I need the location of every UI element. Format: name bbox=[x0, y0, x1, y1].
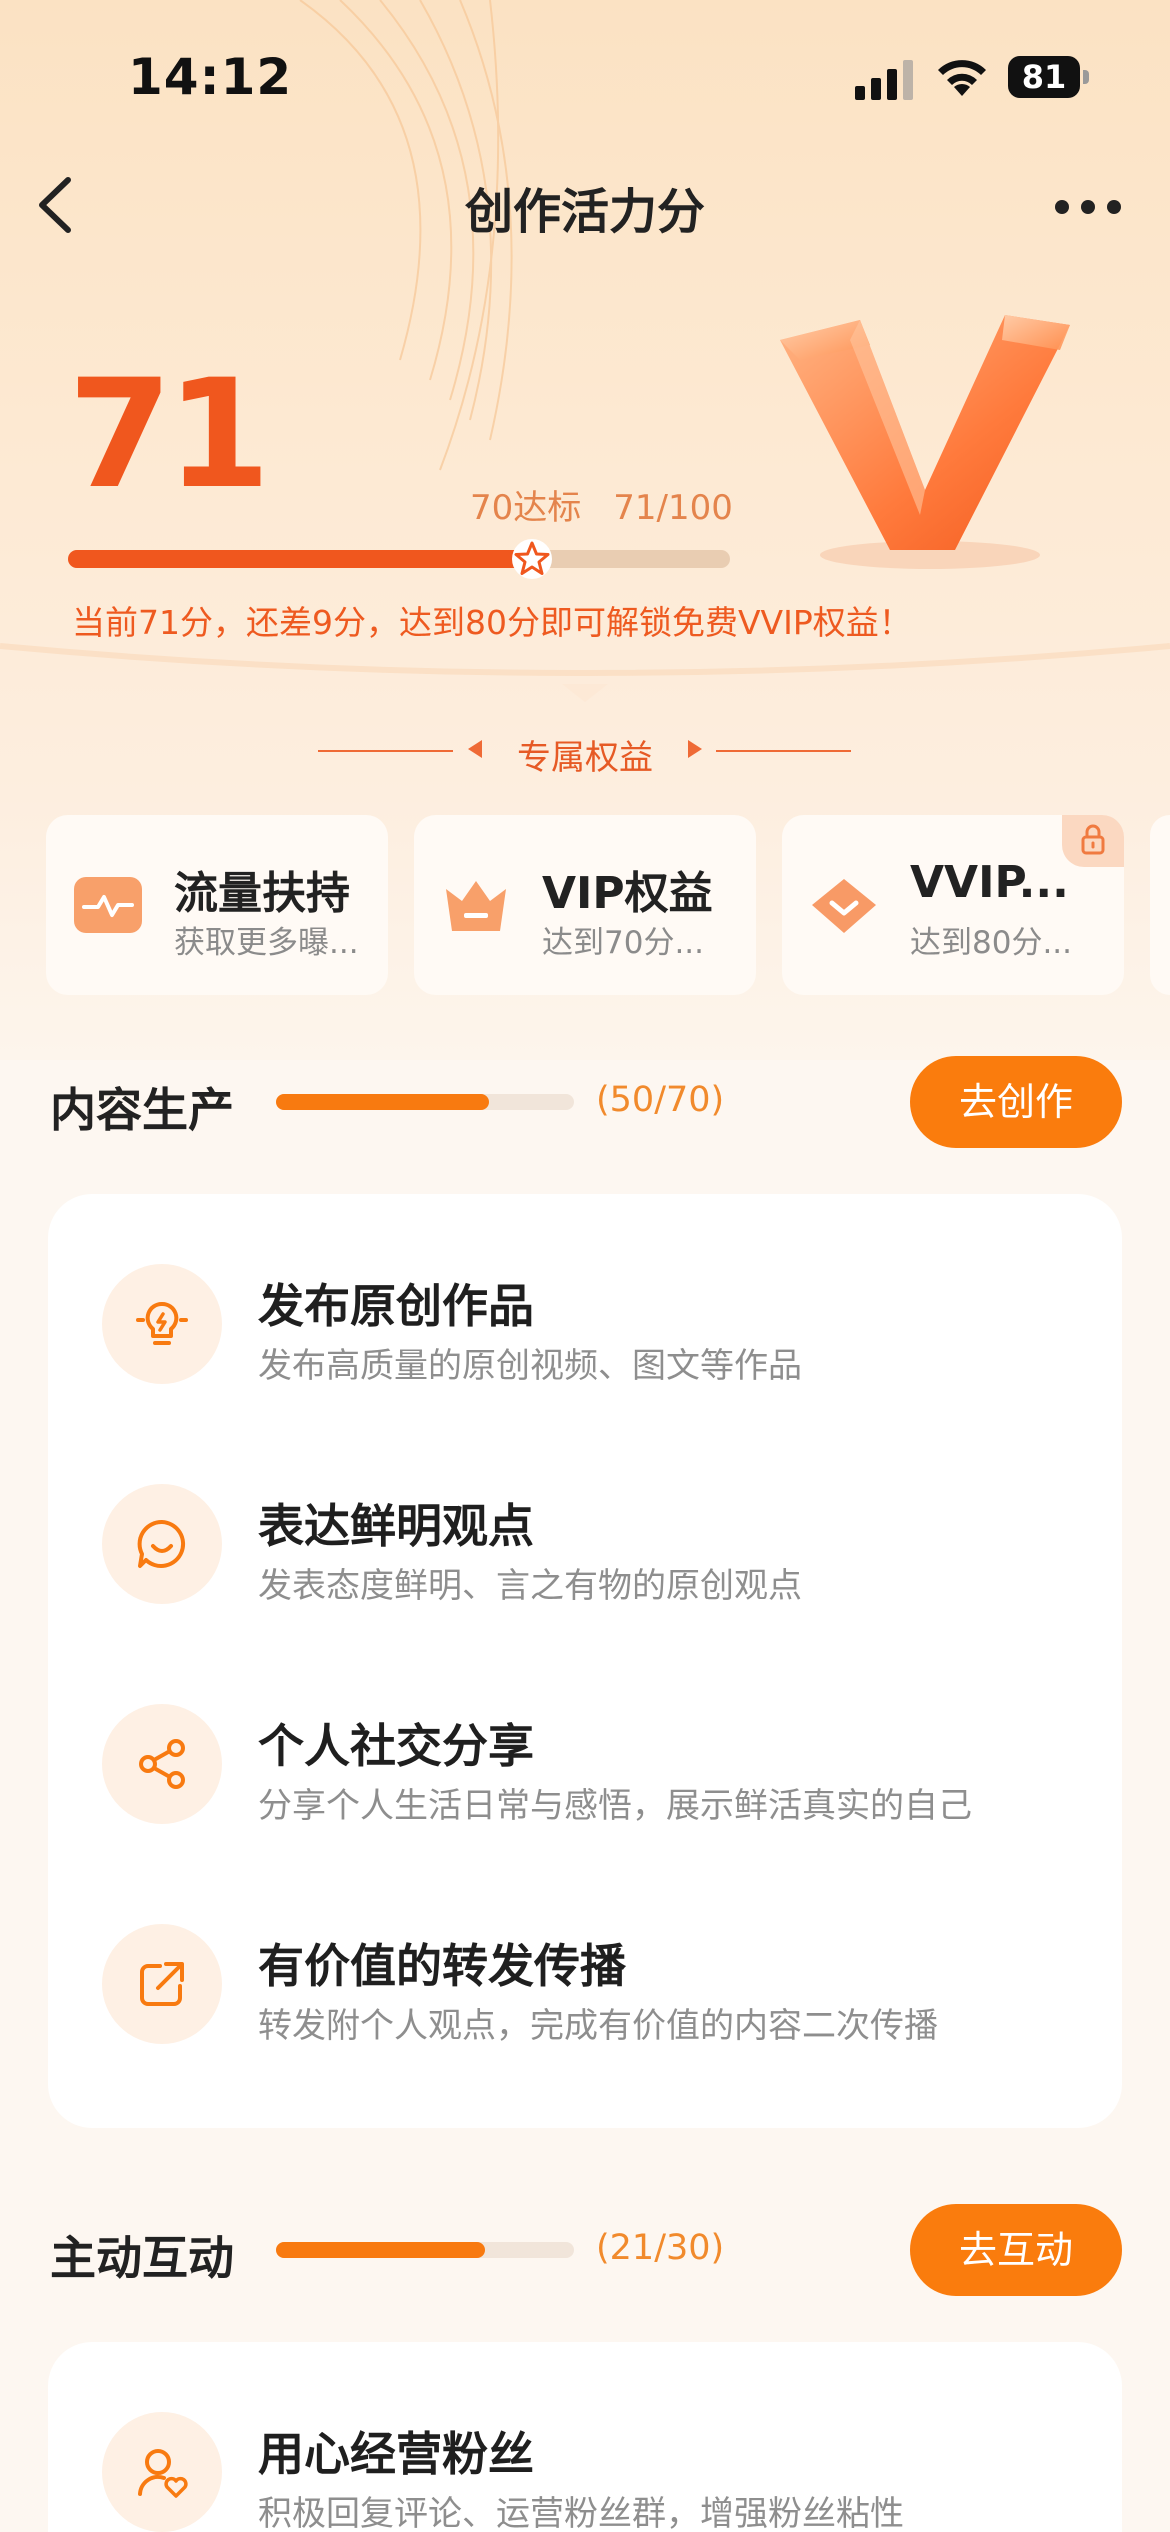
benefit-title: VVIP... bbox=[910, 857, 1069, 908]
hero-divider bbox=[0, 643, 1170, 702]
task-title: 有价值的转发传播 bbox=[258, 1939, 626, 1993]
benefits-header: 专属权益 bbox=[0, 726, 1170, 778]
task-item[interactable]: 发布原创作品 发布高质量的原创视频、图文等作品 bbox=[48, 1226, 1122, 1406]
forward-icon bbox=[102, 1924, 222, 2044]
benefit-card-traffic[interactable]: 流量扶持 获取更多曝... bbox=[46, 815, 388, 995]
nav-bar: 创作活力分 bbox=[0, 150, 1170, 260]
task-desc: 转发附个人观点，完成有价值的内容二次传播 bbox=[258, 2006, 938, 2046]
benefit-card-vip[interactable]: VIP权益 达到70分... bbox=[414, 815, 756, 995]
header-line-right bbox=[716, 750, 851, 752]
benefit-subtitle: 达到80分... bbox=[910, 925, 1073, 961]
score-progress-fill bbox=[68, 550, 539, 568]
section-count: (50/70) bbox=[596, 1080, 725, 1120]
task-item[interactable]: 用心经营粉丝 积极回复评论、运营粉丝群，增强粉丝粘性 bbox=[48, 2374, 1122, 2532]
benefit-card-vvip[interactable]: VVIP... 达到80分... bbox=[782, 815, 1124, 995]
task-title: 表达鲜明观点 bbox=[258, 1499, 534, 1553]
chat-bubble-icon bbox=[102, 1484, 222, 1604]
section-count: (21/30) bbox=[596, 2228, 725, 2268]
v-badge-icon bbox=[780, 315, 1070, 569]
benefit-subtitle: 获取更多曝... bbox=[174, 925, 359, 961]
benefit-subtitle: 达到70分... bbox=[542, 925, 705, 961]
share-icon bbox=[102, 1704, 222, 1824]
locked-badge bbox=[1062, 815, 1124, 867]
status-bar: 14:12 81 bbox=[0, 0, 1170, 150]
header-arrow-right-icon bbox=[688, 740, 702, 758]
progress-label: 71/100 bbox=[613, 488, 733, 528]
section-progress-bar bbox=[276, 2242, 574, 2258]
benefit-title: 流量扶持 bbox=[174, 868, 350, 919]
task-title: 用心经营粉丝 bbox=[258, 2427, 534, 2481]
task-desc: 发布高质量的原创视频、图文等作品 bbox=[258, 1346, 802, 1386]
section-title: 内容生产 bbox=[50, 1083, 234, 1137]
status-time: 14:12 bbox=[128, 48, 293, 106]
score-progress-bar bbox=[68, 550, 730, 568]
cellular-signal-icon bbox=[855, 60, 913, 100]
diamond-icon bbox=[812, 879, 876, 933]
battery-icon: 81 bbox=[1008, 56, 1090, 98]
battery-level: 81 bbox=[1021, 58, 1067, 96]
score-value: 71 bbox=[68, 348, 271, 522]
section-content-production: 内容生产 (50/70) 去创作 bbox=[0, 1052, 1170, 1148]
task-item[interactable]: 个人社交分享 分享个人生活日常与感悟，展示鲜活真实的自己 bbox=[48, 1666, 1122, 1846]
go-create-button[interactable]: 去创作 bbox=[910, 1056, 1122, 1148]
task-item[interactable]: 有价值的转发传播 转发附个人观点，完成有价值的内容二次传播 bbox=[48, 1886, 1122, 2066]
task-desc: 分享个人生活日常与感悟，展示鲜活真实的自己 bbox=[258, 1786, 972, 1826]
section-title: 主动互动 bbox=[50, 2231, 234, 2285]
fan-heart-icon bbox=[102, 2412, 222, 2532]
more-icon[interactable] bbox=[1055, 200, 1125, 220]
go-interact-button[interactable]: 去互动 bbox=[910, 2204, 1122, 2296]
benefit-card-partial[interactable] bbox=[1150, 815, 1170, 995]
score-description: 当前71分，还差9分，达到80分即可解锁免费VVIP权益！ bbox=[72, 603, 912, 642]
section-progress-fill bbox=[276, 1094, 489, 1110]
traffic-icon bbox=[74, 877, 142, 933]
crown-icon bbox=[446, 881, 506, 931]
task-card-interaction: 用心经营粉丝 积极回复评论、运营粉丝群，增强粉丝粘性 bbox=[48, 2342, 1122, 2532]
score-target: 70达标 71/100 bbox=[470, 480, 733, 529]
task-title: 个人社交分享 bbox=[258, 1719, 534, 1773]
wifi-icon bbox=[938, 60, 986, 96]
lock-icon bbox=[1081, 824, 1105, 855]
task-title: 发布原创作品 bbox=[258, 1279, 534, 1333]
target-star-icon bbox=[512, 539, 552, 579]
benefits-title: 专属权益 bbox=[517, 738, 653, 778]
target-label: 70达标 bbox=[470, 488, 582, 528]
lightbulb-icon bbox=[102, 1264, 222, 1384]
section-progress-fill bbox=[276, 2242, 485, 2258]
task-item[interactable]: 表达鲜明观点 发表态度鲜明、言之有物的原创观点 bbox=[48, 1446, 1122, 1626]
section-progress-bar bbox=[276, 1094, 574, 1110]
task-desc: 发表态度鲜明、言之有物的原创观点 bbox=[258, 1566, 802, 1606]
section-active-interaction: 主动互动 (21/30) 去互动 bbox=[0, 2200, 1170, 2296]
page-title: 创作活力分 bbox=[464, 184, 705, 240]
benefit-title: VIP权益 bbox=[542, 868, 713, 919]
task-card-content: 发布原创作品 发布高质量的原创视频、图文等作品 表达鲜明观点 发表态度鲜明、言之… bbox=[48, 1194, 1122, 2128]
task-desc: 积极回复评论、运营粉丝群，增强粉丝粘性 bbox=[258, 2494, 904, 2532]
